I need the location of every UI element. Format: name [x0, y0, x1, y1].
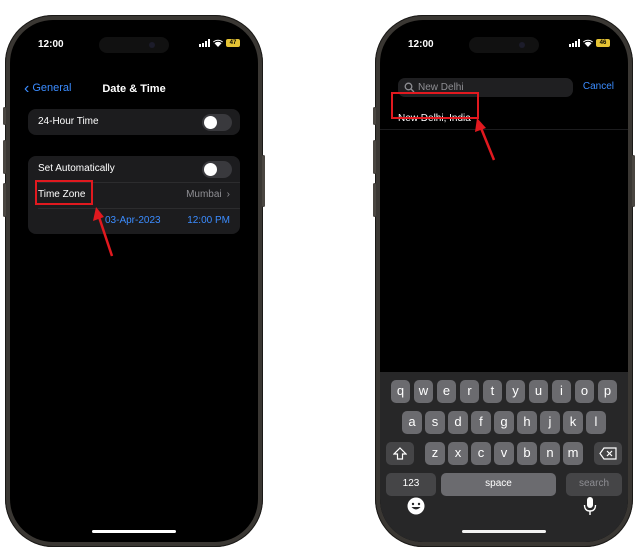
status-icons: 47 — [199, 39, 240, 47]
nav-bar: ‹ General Date & Time — [10, 78, 258, 102]
power-button — [262, 155, 265, 207]
toggle-knob — [204, 163, 217, 176]
key-r[interactable]: r — [459, 380, 480, 403]
key-i[interactable]: i — [551, 380, 572, 403]
key-g[interactable]: g — [494, 411, 514, 434]
mute-switch — [3, 107, 6, 125]
result-highlight-box — [391, 92, 479, 119]
timezone-value-wrap: Mumbai › — [186, 189, 230, 200]
dynamic-island — [469, 37, 539, 53]
key-q[interactable]: q — [390, 380, 411, 403]
dynamic-island — [99, 37, 169, 53]
backspace-key[interactable] — [594, 442, 622, 465]
key-v[interactable]: v — [494, 442, 514, 465]
hour24-toggle[interactable] — [202, 114, 232, 131]
power-button — [632, 155, 635, 207]
signal-icon — [199, 39, 210, 47]
shift-icon — [392, 447, 408, 460]
hour24-label: 24-Hour Time — [38, 116, 99, 127]
status-time: 12:00 — [38, 39, 64, 50]
status-bar: 12:00 47 — [10, 20, 258, 64]
battery-icon: 46 — [596, 39, 610, 47]
left-screen: 12:00 47 ‹ General Date & Time 24-Hour T… — [10, 20, 258, 542]
signal-icon — [569, 39, 580, 47]
right-phone: 12:00 46 New Delhi Cancel New Delhi, Ind… — [373, 15, 635, 547]
toggle-knob — [204, 116, 217, 129]
key-b[interactable]: b — [517, 442, 537, 465]
volume-up-button — [373, 140, 376, 174]
key-e[interactable]: e — [436, 380, 457, 403]
set-auto-toggle[interactable] — [202, 161, 232, 178]
delete-icon — [599, 447, 617, 460]
space-key[interactable]: space — [441, 473, 556, 496]
status-time: 12:00 — [408, 39, 434, 50]
key-m[interactable]: m — [563, 442, 583, 465]
left-phone: 12:00 47 ‹ General Date & Time 24-Hour T… — [3, 15, 265, 547]
cancel-button[interactable]: Cancel — [583, 81, 614, 92]
search-key[interactable]: search — [566, 473, 622, 496]
home-indicator — [462, 530, 546, 533]
timezone-value: Mumbai — [186, 189, 222, 200]
key-o[interactable]: o — [574, 380, 595, 403]
volume-down-button — [373, 183, 376, 217]
chevron-right-icon: › — [226, 189, 230, 200]
key-l[interactable]: l — [586, 411, 606, 434]
keyboard: qwertyuiop asdfghjkl zxcvbnm 123 space s… — [380, 372, 628, 542]
hour24-row: 24-Hour Time — [28, 109, 240, 135]
hour24-group: 24-Hour Time — [28, 109, 240, 135]
key-t[interactable]: t — [482, 380, 503, 403]
annotation-arrow-icon — [93, 207, 114, 257]
numbers-key[interactable]: 123 — [386, 473, 436, 496]
status-bar: 12:00 46 — [380, 20, 628, 64]
wifi-icon — [583, 39, 593, 47]
timezone-highlight-box — [35, 180, 93, 205]
key-a[interactable]: a — [402, 411, 422, 434]
key-f[interactable]: f — [471, 411, 491, 434]
right-screen: 12:00 46 New Delhi Cancel New Delhi, Ind… — [380, 20, 628, 542]
mute-switch — [373, 107, 376, 125]
set-auto-label: Set Automatically — [38, 163, 115, 174]
key-x[interactable]: x — [448, 442, 468, 465]
home-indicator — [92, 530, 176, 533]
microphone-icon[interactable] — [582, 496, 598, 516]
key-j[interactable]: j — [540, 411, 560, 434]
key-s[interactable]: s — [425, 411, 445, 434]
key-u[interactable]: u — [528, 380, 549, 403]
page-title: Date & Time — [102, 83, 166, 95]
wifi-icon — [213, 39, 223, 47]
key-w[interactable]: w — [413, 380, 434, 403]
key-y[interactable]: y — [505, 380, 526, 403]
shift-key[interactable] — [386, 442, 414, 465]
emoji-icon[interactable] — [406, 496, 426, 516]
date-time-row: 03-Apr-2023 12:00 PM — [28, 208, 240, 234]
battery-icon: 47 — [226, 39, 240, 47]
key-k[interactable]: k — [563, 411, 583, 434]
key-h[interactable]: h — [517, 411, 537, 434]
key-n[interactable]: n — [540, 442, 560, 465]
key-p[interactable]: p — [597, 380, 618, 403]
volume-down-button — [3, 183, 6, 217]
status-icons: 46 — [569, 39, 610, 47]
key-c[interactable]: c — [471, 442, 491, 465]
key-d[interactable]: d — [448, 411, 468, 434]
volume-up-button — [3, 140, 6, 174]
annotation-arrow-icon — [475, 118, 496, 161]
time-value[interactable]: 12:00 PM — [187, 215, 230, 226]
key-z[interactable]: z — [425, 442, 445, 465]
set-auto-row: Set Automatically — [28, 156, 240, 182]
